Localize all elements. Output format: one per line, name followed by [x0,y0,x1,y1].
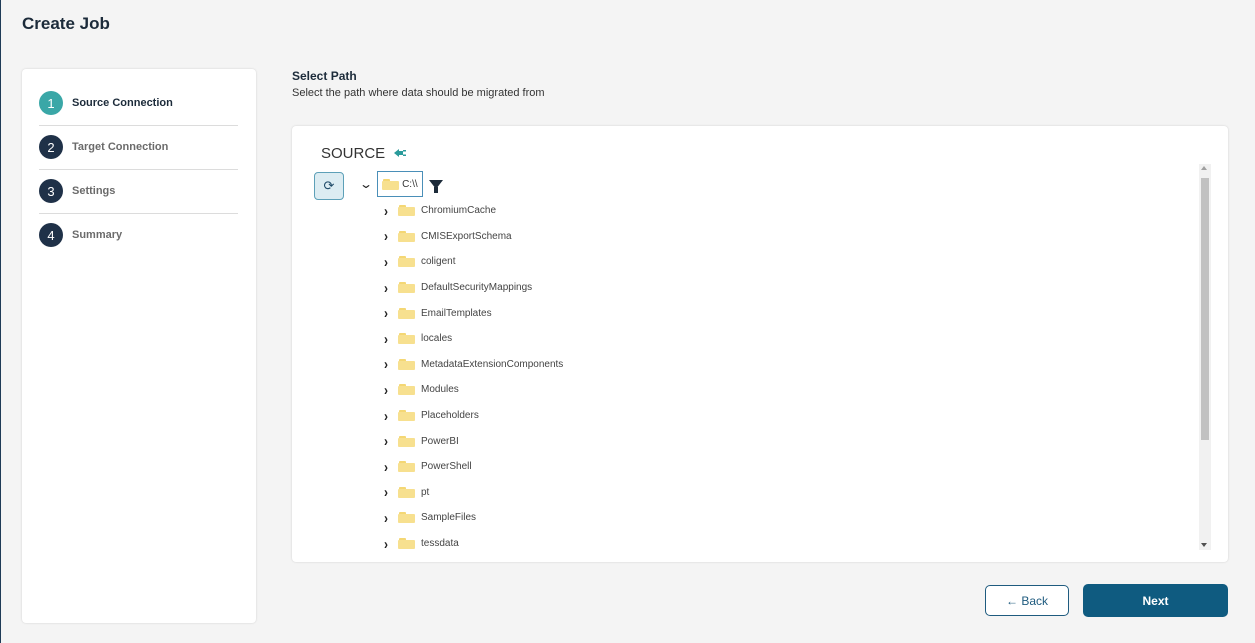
tree-item[interactable]: › Placeholders [384,403,1184,429]
tree-item[interactable]: › coligent [384,249,1184,275]
scroll-up-arrow-icon[interactable] [1201,166,1207,170]
tree-item[interactable]: › EmailTemplates [384,300,1184,326]
folder-icon [398,256,415,268]
tree-root-row[interactable]: ⌄ C:\\ [359,170,443,198]
step-summary[interactable]: 4 Summary [39,213,238,257]
chevron-right-icon[interactable]: › [384,433,392,450]
tree-item[interactable]: › Modules [384,377,1184,403]
chevron-down-icon[interactable]: ⌄ [359,177,373,191]
step-label: Settings [72,185,116,197]
page-title: Create Job [22,14,110,33]
chevron-right-icon[interactable]: › [384,254,392,271]
tree-item[interactable]: › locales [384,326,1184,352]
step-target-connection[interactable]: 2 Target Connection [39,125,238,170]
scroll-down-arrow-icon[interactable] [1201,543,1207,547]
source-tree-panel: SOURCE ⟳ ⌄ C:\\ › ChromiumCache › CMISExpo… [292,126,1228,562]
step-label: Summary [72,229,123,241]
folder-label: EmailTemplates [421,307,492,319]
step-number: 1 [39,91,63,115]
tree-item[interactable]: › MetadataExtensionComponents [384,352,1184,378]
folder-icon [398,461,415,473]
chevron-right-icon[interactable]: › [384,305,392,322]
window-left-border [0,0,1,643]
folder-tree: › ChromiumCache › CMISExportSchema › colige… [384,198,1184,554]
root-folder-node[interactable]: C:\\ [377,171,423,197]
tree-item[interactable]: › pt [384,480,1184,506]
source-label: SOURCE [321,145,386,162]
folder-icon [398,435,415,447]
folder-icon [398,358,415,370]
refresh-button[interactable]: ⟳ [314,172,344,200]
step-number: 3 [39,179,63,203]
folder-label: CMISExportSchema [421,230,512,242]
scrollbar-thumb[interactable] [1201,178,1209,440]
folder-label: ChromiumCache [421,205,497,217]
chevron-right-icon[interactable]: › [384,330,392,347]
chevron-right-icon[interactable]: › [384,279,392,296]
folder-label: tessdata [421,538,459,550]
tree-item[interactable]: › PowerBI [384,428,1184,454]
step-label: Target Connection [72,141,169,153]
step-number: 4 [39,223,63,247]
folder-label: DefaultSecurityMappings [421,282,533,294]
folder-icon [398,538,415,550]
tree-item[interactable]: › SampleFiles [384,505,1184,531]
folder-icon [398,333,415,345]
folder-label: PowerShell [421,461,472,473]
folder-icon [398,230,415,242]
tree-item[interactable]: › PowerShell [384,454,1184,480]
folder-label: PowerBI [421,435,459,447]
chevron-right-icon[interactable]: › [384,382,392,399]
section-title: Select Path [292,69,357,83]
folder-label: locales [421,333,453,345]
folder-label: Modules [421,384,459,396]
chevron-right-icon[interactable]: › [384,458,392,475]
tree-scrollbar[interactable] [1199,164,1211,550]
step-label: Source Connection [72,97,173,109]
folder-label: Placeholders [421,410,479,422]
folder-label: MetadataExtensionComponents [421,358,564,370]
back-button[interactable]: ← Back [985,585,1069,616]
step-source-connection[interactable]: 1 Source Connection [39,81,238,126]
folder-icon [398,512,415,524]
folder-icon [398,282,415,294]
chevron-right-icon[interactable]: › [384,202,392,219]
folder-icon [382,178,400,190]
source-heading: SOURCE [321,145,407,162]
folder-icon [398,307,415,319]
filter-icon[interactable] [428,179,443,193]
chevron-right-icon[interactable]: › [384,535,392,552]
step-number: 2 [39,135,63,159]
tree-item[interactable]: › ChromiumCache [384,198,1184,224]
chevron-right-icon[interactable]: › [384,356,392,373]
folder-icon [398,486,415,498]
root-path-label: C:\\ [402,178,418,190]
folder-label: pt [421,486,430,498]
next-button[interactable]: Next [1083,584,1228,617]
section-subtitle: Select the path where data should be mig… [292,87,545,99]
tree-item[interactable]: › CMISExportSchema [384,224,1184,250]
folder-label: coligent [421,256,456,268]
plug-icon [393,146,407,161]
tree-item[interactable]: › DefaultSecurityMappings [384,275,1184,301]
chevron-right-icon[interactable]: › [384,484,392,501]
folder-label: SampleFiles [421,512,477,524]
wizard-steps-panel: 1 Source Connection 2 Target Connection … [22,69,256,623]
tree-item[interactable]: › tessdata [384,531,1184,554]
refresh-icon: ⟳ [323,178,335,193]
step-settings[interactable]: 3 Settings [39,169,238,214]
chevron-right-icon[interactable]: › [384,407,392,424]
folder-icon [398,410,415,422]
chevron-right-icon[interactable]: › [384,228,392,245]
folder-icon [398,205,415,217]
folder-icon [398,384,415,396]
chevron-right-icon[interactable]: › [384,510,392,527]
